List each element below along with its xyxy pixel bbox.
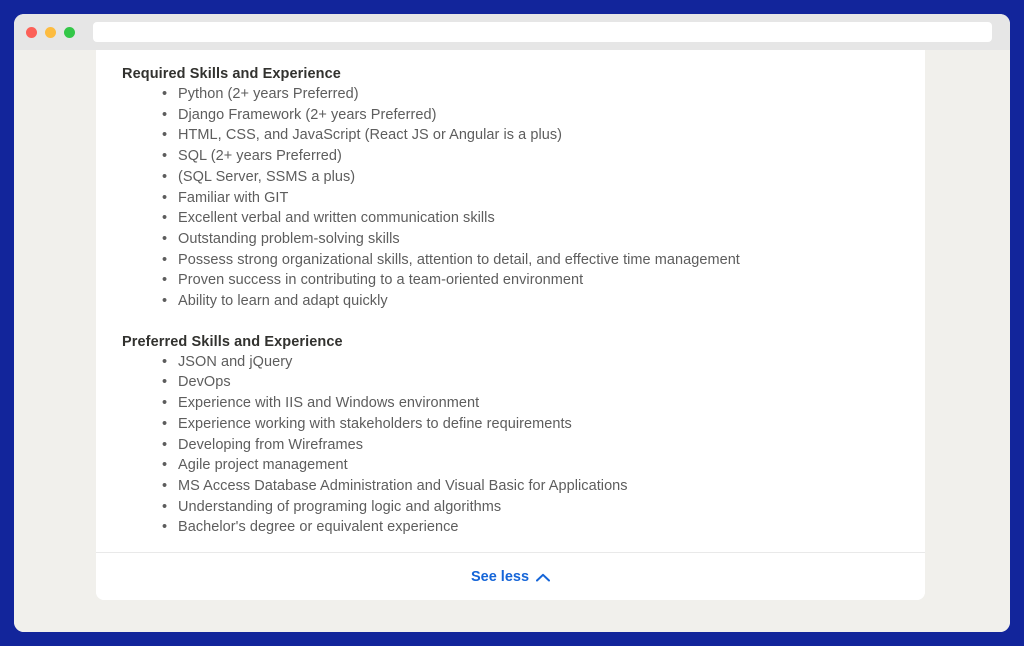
list-item: Proven success in contributing to a team… xyxy=(122,270,899,291)
list-item: Developing from Wireframes xyxy=(122,435,899,456)
preferred-skills-list: JSON and jQuery DevOps Experience with I… xyxy=(122,352,899,538)
list-item: Excellent verbal and written communicati… xyxy=(122,208,899,229)
section-preferred-skills: Preferred Skills and Experience JSON and… xyxy=(122,334,899,538)
blue-app-frame: Required Skills and Experience Python (2… xyxy=(0,0,1024,646)
job-description-body: Required Skills and Experience Python (2… xyxy=(96,50,925,552)
see-less-button[interactable]: See less xyxy=(465,565,556,589)
list-item: Bachelor's degree or equivalent experien… xyxy=(122,517,899,538)
minimize-window-icon[interactable] xyxy=(45,26,56,38)
list-item: Agile project management xyxy=(122,455,899,476)
list-item: Experience with IIS and Windows environm… xyxy=(122,393,899,414)
list-item: HTML, CSS, and JavaScript (React JS or A… xyxy=(122,125,899,146)
maximize-window-icon[interactable] xyxy=(64,26,75,38)
list-item: Python (2+ years Preferred) xyxy=(122,84,899,105)
see-less-label: See less xyxy=(470,568,530,585)
list-item: (SQL Server, SSMS a plus) xyxy=(122,167,899,188)
address-bar[interactable] xyxy=(93,22,992,42)
section-heading: Required Skills and Experience xyxy=(122,66,341,82)
browser-window: Required Skills and Experience Python (2… xyxy=(14,14,1010,632)
section-heading: Preferred Skills and Experience xyxy=(122,333,343,350)
close-window-icon[interactable] xyxy=(26,26,37,38)
section-required-skills: Required Skills and Experience Python (2… xyxy=(122,66,899,312)
list-item: MS Access Database Administration and Vi… xyxy=(122,476,899,497)
list-item: Possess strong organizational skills, at… xyxy=(122,250,899,271)
list-item: DevOps xyxy=(122,372,899,393)
list-item: Understanding of programing logic and al… xyxy=(122,497,899,518)
job-description-card: Required Skills and Experience Python (2… xyxy=(96,50,925,600)
chevron-up-icon xyxy=(536,573,551,582)
page-viewport: Required Skills and Experience Python (2… xyxy=(14,50,1010,632)
see-less-footer: See less xyxy=(96,553,925,600)
list-item: Outstanding problem-solving skills xyxy=(122,229,899,250)
list-item: Experience working with stakeholders to … xyxy=(122,414,899,435)
list-item: Familiar with GIT xyxy=(122,188,899,209)
list-item: SQL (2+ years Preferred) xyxy=(122,146,899,167)
required-skills-list: Python (2+ years Preferred) Django Frame… xyxy=(122,84,899,312)
window-controls xyxy=(24,26,75,38)
list-item: Django Framework (2+ years Preferred) xyxy=(122,105,899,126)
browser-toolbar xyxy=(14,14,1010,50)
list-item: JSON and jQuery xyxy=(122,352,899,373)
list-item: Ability to learn and adapt quickly xyxy=(122,291,899,312)
